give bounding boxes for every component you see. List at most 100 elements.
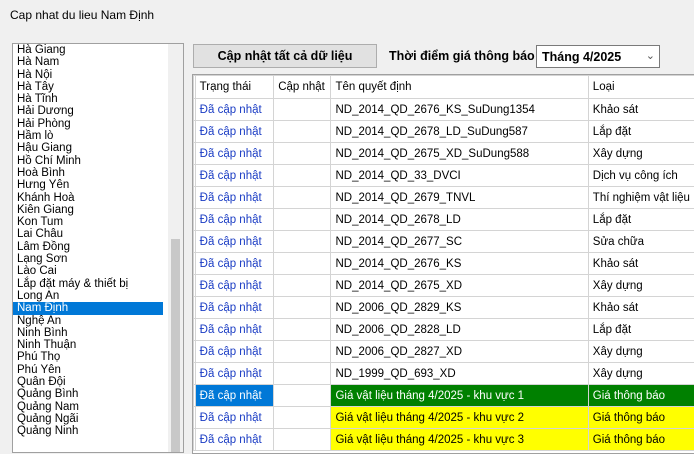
status-cell[interactable]: Đã cập nhật (195, 319, 274, 341)
list-item[interactable]: Hà Tĩnh (13, 93, 163, 105)
type-cell[interactable]: Lắp đặt (588, 121, 694, 143)
list-item[interactable]: Long An (13, 290, 163, 302)
column-header-status[interactable]: Trạng thái (195, 76, 274, 99)
table-row[interactable]: Đã cập nhật ND_2014_QD_2678_LD_SuDung587L… (194, 121, 694, 143)
name-cell[interactable]: ND_2014_QD_2675_XD_SuDung588 (331, 143, 588, 165)
update-cell[interactable] (274, 297, 331, 319)
status-cell[interactable]: Đã cập nhật (195, 385, 274, 407)
update-cell[interactable] (274, 275, 331, 297)
table-row[interactable]: Đã cập nhậtND_2006_QD_2829_KSKhảo sát (194, 297, 694, 319)
list-item[interactable]: Hầm lò (13, 130, 163, 142)
name-cell[interactable]: ND_2014_QD_2675_XD (331, 275, 588, 297)
update-cell[interactable] (274, 165, 331, 187)
name-cell[interactable]: ND_2014_QD_33_DVCI (331, 165, 588, 187)
name-cell[interactable]: ND_2006_QD_2828_LD (331, 319, 588, 341)
update-cell[interactable] (274, 209, 331, 231)
province-list-scrollbar[interactable] (168, 44, 183, 452)
decision-grid[interactable]: Trạng thái Cập nhật Tên quyết định Loại … (192, 74, 694, 454)
table-row[interactable]: Đã cập nhậtND_2014_QD_2676_KS_SuDung1354… (194, 99, 694, 121)
list-item[interactable]: Quảng Nam (13, 401, 163, 413)
type-cell[interactable]: Xây dựng (588, 363, 694, 385)
list-item[interactable]: Ninh Thuận (13, 339, 163, 351)
column-header-type[interactable]: Loại (588, 76, 694, 99)
status-cell[interactable]: Đã cập nhật (195, 297, 274, 319)
status-cell[interactable]: Đã cập nhật (195, 275, 274, 297)
list-item[interactable]: Lâm Đồng (13, 241, 163, 253)
table-row[interactable]: Đã cập nhật Giá vật liệu tháng 4/2025 - k… (194, 385, 694, 407)
update-cell[interactable] (274, 341, 331, 363)
update-cell[interactable] (274, 363, 331, 385)
province-list[interactable]: Hà GiangHà NamHà NộiHà TâyHà TĩnhHải Dươ… (12, 43, 184, 453)
name-cell[interactable]: ND_2006_QD_2827_XD (331, 341, 588, 363)
table-row[interactable]: Đã cập nhật ND_2014_QD_2679_TNVLThí nghiệ… (194, 187, 694, 209)
list-item[interactable]: Hoà Bình (13, 167, 163, 179)
table-row[interactable]: Đã cập nhậtND_1999_QD_693_XDXây dựng (194, 363, 694, 385)
column-header-name[interactable]: Tên quyết định (331, 76, 588, 99)
list-item[interactable]: Hậu Giang (13, 142, 163, 154)
list-item[interactable]: Lào Cai (13, 265, 163, 277)
type-cell[interactable]: Sửa chữa (588, 231, 694, 253)
list-item[interactable]: Hải Phòng (13, 118, 163, 130)
update-cell[interactable] (274, 231, 331, 253)
table-row[interactable]: Đã cập nhậtND_2014_QD_2678_LDLắp đặt (194, 209, 694, 231)
table-row[interactable]: Đã cập nhậtND_2014_QD_2677_SCSửa chữa (194, 231, 694, 253)
list-item[interactable]: Nghệ An (13, 315, 163, 327)
name-cell[interactable]: ND_2014_QD_2679_TNVL (331, 187, 588, 209)
table-row[interactable]: Đã cập nhậtND_2014_QD_2675_XDXây dựng (194, 275, 694, 297)
list-item[interactable]: Ninh Bình (13, 327, 163, 339)
list-item[interactable]: Hưng Yên (13, 179, 163, 191)
list-item[interactable]: Quảng Ninh (13, 425, 163, 437)
list-item[interactable]: Hà Nam (13, 56, 163, 68)
status-cell[interactable]: Đã cập nhật (195, 187, 274, 209)
update-cell[interactable] (274, 143, 331, 165)
list-item[interactable]: Hà Tây (13, 81, 163, 93)
name-cell[interactable]: Giá vật liệu tháng 4/2025 - khu vực 1 (331, 385, 588, 407)
type-cell[interactable]: Khảo sát (588, 99, 694, 121)
update-cell[interactable] (274, 385, 331, 407)
list-item[interactable]: Phú Yên (13, 364, 163, 376)
type-cell[interactable]: Giá thông báo (588, 385, 694, 407)
update-all-button[interactable]: Cập nhật tất cả dữ liệu (193, 44, 377, 68)
status-cell[interactable]: Đã cập nhật (195, 407, 274, 429)
list-item[interactable]: Lạng Sơn (13, 253, 163, 265)
list-item[interactable]: Lắp đặt máy & thiết bị (13, 278, 163, 290)
type-cell[interactable]: Giá thông báo (588, 429, 694, 451)
name-cell[interactable]: ND_2014_QD_2678_LD (331, 209, 588, 231)
table-row[interactable]: Đã cập nhậtGiá vật liệu tháng 4/2025 - k… (194, 429, 694, 451)
type-cell[interactable]: Thí nghiệm vật liệu (588, 187, 694, 209)
table-row[interactable]: Đã cập nhật ND_2014_QD_33_DVCIDịch vụ côn… (194, 165, 694, 187)
table-row[interactable]: Đã cập nhậtND_2014_QD_2676_KSKhảo sát (194, 253, 694, 275)
type-cell[interactable]: Khảo sát (588, 253, 694, 275)
status-cell[interactable]: Đã cập nhật (195, 341, 274, 363)
list-item[interactable]: Phú Thọ (13, 351, 163, 363)
name-cell[interactable]: ND_2006_QD_2829_KS (331, 297, 588, 319)
status-cell[interactable]: Đã cập nhật (195, 121, 274, 143)
status-cell[interactable]: Đã cập nhật (195, 429, 274, 451)
chevron-down-icon[interactable]: ⌄ (646, 49, 655, 62)
list-item[interactable]: Nam Định (13, 302, 163, 314)
scrollbar-thumb[interactable] (171, 239, 180, 453)
update-cell[interactable] (274, 99, 331, 121)
list-item[interactable]: Quảng Ngãi (13, 413, 163, 425)
type-cell[interactable]: Xây dựng (588, 143, 694, 165)
name-cell[interactable]: ND_2014_QD_2678_LD_SuDung587 (331, 121, 588, 143)
table-row[interactable]: Đã cập nhậtND_2014_QD_2675_XD_SuDung588X… (194, 143, 694, 165)
list-item[interactable]: Hồ Chí Minh (13, 155, 163, 167)
update-cell[interactable] (274, 187, 331, 209)
table-row[interactable]: Đã cập nhậtND_2006_QD_2827_XDXây dựng (194, 341, 694, 363)
list-item[interactable]: Kiên Giang (13, 204, 163, 216)
update-cell[interactable] (274, 319, 331, 341)
update-cell[interactable] (274, 407, 331, 429)
list-item[interactable]: Hà Nội (13, 69, 163, 81)
name-cell[interactable]: ND_2014_QD_2677_SC (331, 231, 588, 253)
update-cell[interactable] (274, 121, 331, 143)
status-cell[interactable]: Đã cập nhật (195, 165, 274, 187)
name-cell[interactable]: Giá vật liệu tháng 4/2025 - khu vực 2 (331, 407, 588, 429)
type-cell[interactable]: Dịch vụ công ích (588, 165, 694, 187)
list-item[interactable]: Khánh Hoà (13, 192, 163, 204)
type-cell[interactable]: Lắp đặt (588, 319, 694, 341)
type-cell[interactable]: Giá thông báo (588, 407, 694, 429)
status-cell[interactable]: Đã cập nhật (195, 253, 274, 275)
list-item[interactable]: Hải Dương (13, 105, 163, 117)
update-cell[interactable] (274, 253, 331, 275)
